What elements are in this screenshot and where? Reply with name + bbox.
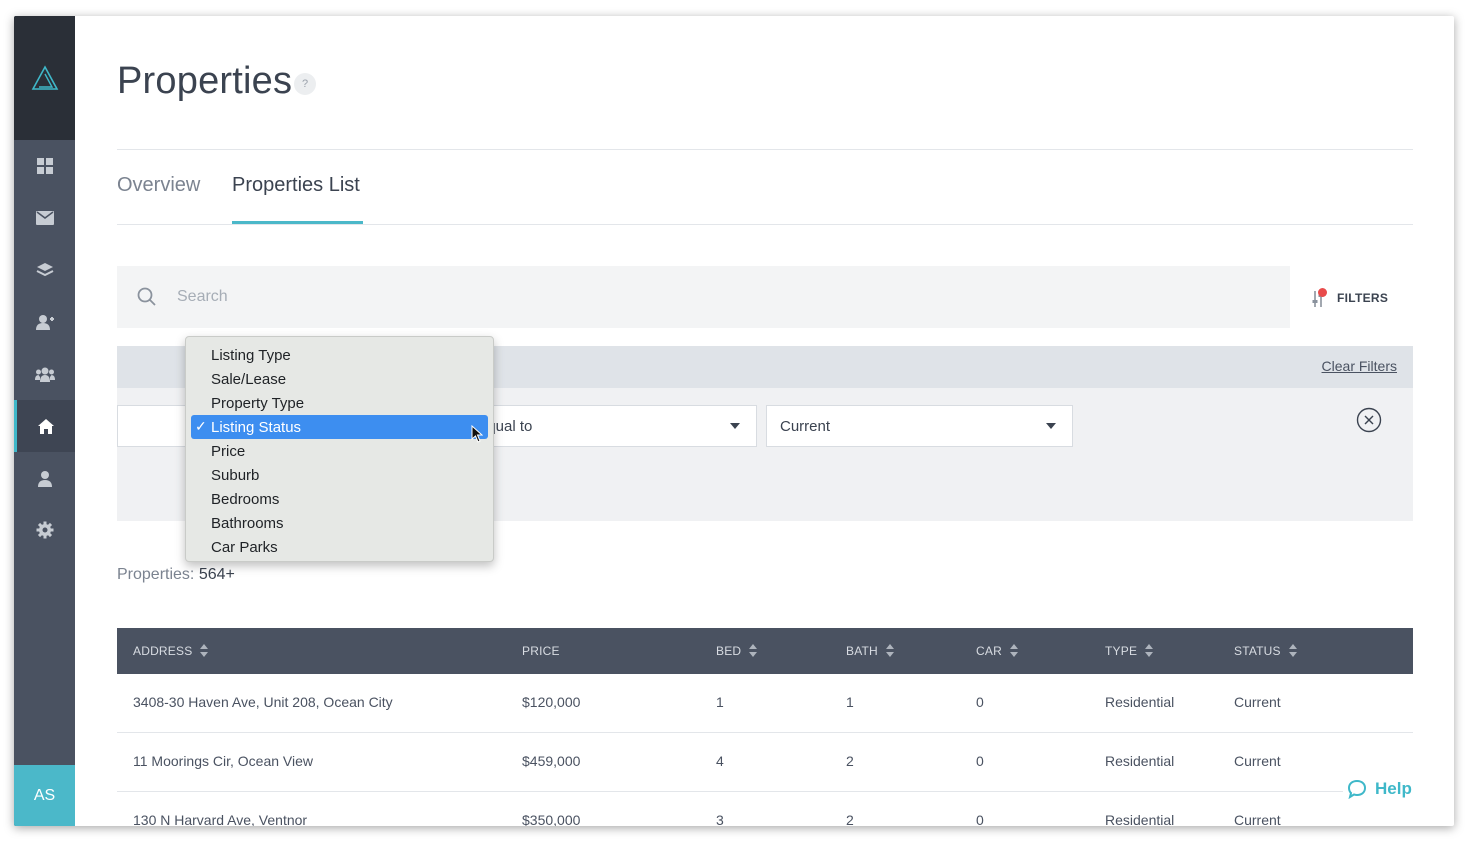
- sidebar-item-contacts[interactable]: [14, 296, 75, 348]
- mouse-cursor-icon: [471, 425, 483, 443]
- team-icon: [34, 367, 55, 382]
- dropdown-option-bedrooms[interactable]: Bedrooms: [191, 487, 488, 511]
- cell-type: Residential: [1105, 694, 1175, 710]
- home-icon: [38, 418, 54, 434]
- dropdown-option-sale-lease[interactable]: Sale/Lease: [191, 367, 488, 391]
- gear-icon: [36, 521, 53, 539]
- cell-price: $459,000: [522, 753, 581, 769]
- value-value: Current: [780, 417, 831, 435]
- layers-icon: [36, 263, 53, 277]
- tab-overview[interactable]: Overview: [117, 174, 200, 197]
- help-label: Help: [1375, 779, 1412, 798]
- avatar[interactable]: AS: [14, 765, 75, 826]
- sidebar-item-layers[interactable]: [14, 244, 75, 296]
- contacts-icon: [35, 315, 54, 330]
- sidebar-item-properties[interactable]: [14, 400, 75, 452]
- cell-status: Current: [1234, 753, 1281, 769]
- main-content: Properties ? Overview Properties List FI…: [75, 16, 1454, 826]
- dropdown-option-price[interactable]: Price: [191, 439, 488, 463]
- dropdown-option-listing-status[interactable]: ✓ Listing Status: [191, 415, 488, 439]
- cell-car: 0: [976, 812, 984, 826]
- cell-address: 11 Moorings Cir, Ocean View: [133, 753, 314, 769]
- sort-icon: [885, 644, 895, 658]
- column-header-bath[interactable]: BATH: [846, 644, 895, 658]
- sort-icon: [1288, 644, 1298, 658]
- search-icon: [137, 287, 156, 306]
- sidebar-item-settings[interactable]: [14, 504, 75, 556]
- cell-bed: 4: [716, 753, 724, 769]
- dropdown-option-suburb[interactable]: Suburb: [191, 463, 488, 487]
- cell-car: 0: [976, 694, 984, 710]
- table-header: ADDRESS PRICE BED BATH CAR TYPE STATUS: [117, 628, 1413, 674]
- page-title: Properties: [117, 60, 293, 102]
- divider: [117, 149, 1413, 150]
- field-dropdown-menu: Listing Type Sale/Lease Property Type ✓ L…: [185, 336, 494, 562]
- cell-bath: 2: [846, 753, 854, 769]
- sidebar-item-mail[interactable]: [14, 192, 75, 244]
- properties-count-label: Properties:: [117, 566, 195, 583]
- column-header-bed[interactable]: BED: [716, 644, 758, 658]
- cell-bed: 1: [716, 694, 724, 710]
- help-button[interactable]: Help: [1343, 776, 1416, 802]
- sidebar-item-dashboard[interactable]: [14, 140, 75, 192]
- table-row[interactable]: 130 N Harvard Ave, Ventnor $350,000 3 2 …: [117, 792, 1413, 826]
- dropdown-option-car-parks[interactable]: Car Parks: [191, 535, 488, 559]
- column-header-status[interactable]: STATUS: [1234, 644, 1298, 658]
- cell-bath: 2: [846, 812, 854, 826]
- clear-filters-link[interactable]: Clear Filters: [1322, 358, 1397, 374]
- sort-icon: [200, 644, 209, 658]
- column-header-car[interactable]: CAR: [976, 644, 1019, 658]
- column-header-price[interactable]: PRICE: [522, 644, 560, 658]
- sidebar-item-user[interactable]: [14, 452, 75, 504]
- cell-status: Current: [1234, 812, 1281, 826]
- operator-select[interactable]: is equal to: [450, 405, 757, 447]
- filter-icon: [1311, 288, 1327, 308]
- sidebar-item-team[interactable]: [14, 348, 75, 400]
- table-row[interactable]: 11 Moorings Cir, Ocean View $459,000 4 2…: [117, 733, 1413, 792]
- mail-icon: [35, 211, 54, 225]
- chevron-down-icon: [1046, 423, 1056, 429]
- logo-icon: [31, 65, 58, 90]
- cell-price: $350,000: [522, 812, 581, 826]
- checkmark-icon: ✓: [195, 418, 207, 434]
- sort-icon: [1145, 644, 1154, 658]
- search-input[interactable]: [177, 285, 1177, 309]
- remove-filter-icon[interactable]: [1356, 407, 1382, 433]
- dashboard-icon: [36, 158, 53, 174]
- cell-car: 0: [976, 753, 984, 769]
- tab-properties-list[interactable]: Properties List: [232, 174, 360, 197]
- table-row[interactable]: 3408-30 Haven Ave, Unit 208, Ocean City …: [117, 674, 1413, 733]
- app-window: AS Properties ? Overview Properties List…: [14, 16, 1454, 826]
- cell-address: 3408-30 Haven Ave, Unit 208, Ocean City: [133, 694, 393, 710]
- cell-price: $120,000: [522, 694, 581, 710]
- cell-status: Current: [1234, 694, 1281, 710]
- search-bar: [117, 266, 1290, 328]
- user-icon: [37, 470, 52, 487]
- cell-bed: 3: [716, 812, 724, 826]
- chevron-down-icon: [730, 423, 740, 429]
- chat-bubble-icon: [1347, 779, 1367, 799]
- filter-badge: [1318, 288, 1327, 297]
- filters-label: FILTERS: [1337, 291, 1389, 305]
- logo[interactable]: [14, 16, 75, 140]
- help-tooltip-icon[interactable]: ?: [294, 73, 316, 95]
- sidebar: AS: [14, 16, 75, 826]
- properties-count-value: 564+: [198, 566, 235, 583]
- value-select[interactable]: Current: [766, 405, 1073, 447]
- filters-button[interactable]: FILTERS: [1311, 288, 1388, 308]
- dropdown-option-property-type[interactable]: Property Type: [191, 391, 488, 415]
- cell-type: Residential: [1105, 753, 1175, 769]
- sort-icon: [749, 644, 758, 658]
- cell-type: Residential: [1105, 812, 1175, 826]
- column-header-address[interactable]: ADDRESS: [133, 644, 209, 658]
- cell-bath: 1: [846, 694, 854, 710]
- sort-icon: [1009, 644, 1019, 658]
- column-header-type[interactable]: TYPE: [1105, 644, 1154, 658]
- divider: [117, 224, 1413, 225]
- dropdown-option-bathrooms[interactable]: Bathrooms: [191, 511, 488, 535]
- dropdown-option-listing-type[interactable]: Listing Type: [191, 343, 488, 367]
- cell-address: 130 N Harvard Ave, Ventnor: [133, 812, 308, 826]
- properties-count: Properties: 564+: [117, 566, 235, 584]
